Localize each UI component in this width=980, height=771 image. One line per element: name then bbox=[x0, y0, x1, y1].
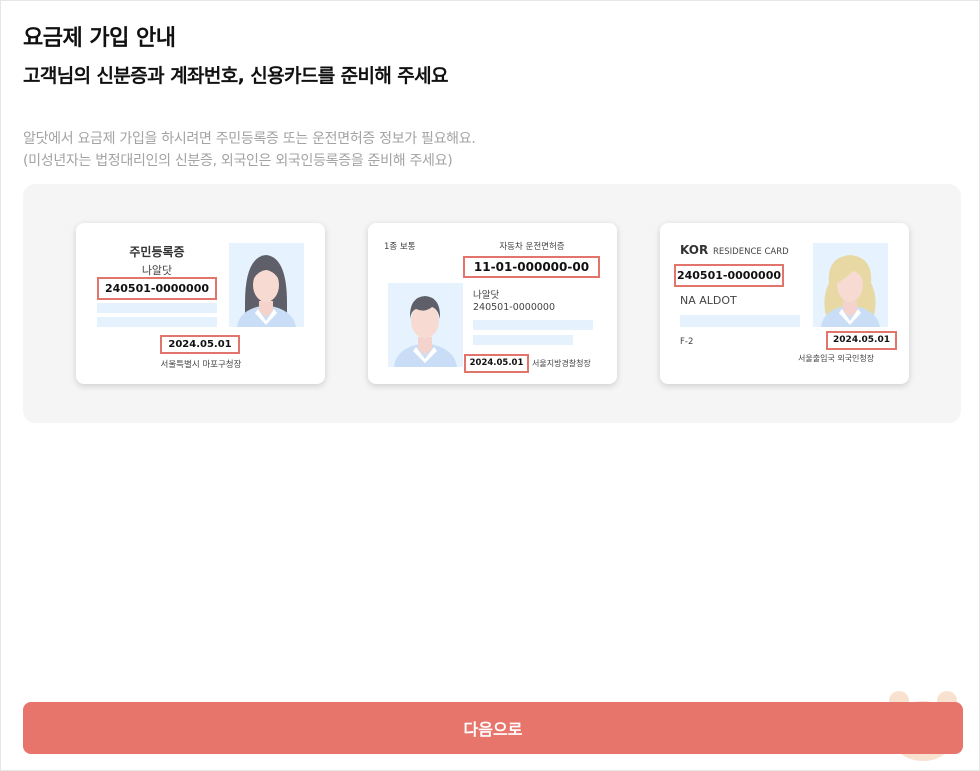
residence-card-name: NA ALDOT bbox=[680, 294, 737, 307]
resident-card-title: 주민등록증 bbox=[129, 245, 185, 259]
residence-card-title: RESIDENCE CARD bbox=[713, 247, 789, 257]
placeholder-bar bbox=[680, 315, 800, 327]
resident-registration-card: 주민등록증 나알닷 240501-0000000 2024.05.01 서울특별… bbox=[76, 223, 325, 384]
placeholder-bar bbox=[97, 317, 217, 327]
description-line-2: (미성년자는 법정대리인의 신분증, 외국인은 외국인등록증을 준비해 주세요) bbox=[23, 153, 453, 169]
residence-card-visa: F-2 bbox=[680, 337, 694, 347]
description: 알닷에서 요금제 가입을 하시려면 주민등록증 또는 운전면허증 정보가 필요해… bbox=[23, 128, 476, 172]
id-card-examples-panel: 주민등록증 나알닷 240501-0000000 2024.05.01 서울특별… bbox=[23, 184, 961, 423]
placeholder-bar bbox=[473, 335, 573, 345]
license-card-title: 자동차 운전면허증 bbox=[499, 242, 565, 252]
page-subtitle: 고객님의 신분증과 계좌번호, 신용카드를 준비해 주세요 bbox=[23, 65, 449, 87]
residence-card: KOR RESIDENCE CARD 240501-0000000 NA ALD… bbox=[660, 223, 909, 384]
portrait-photo-female-icon bbox=[229, 243, 304, 327]
resident-card-name: 나알닷 bbox=[141, 264, 173, 277]
license-class: 1종 보통 bbox=[384, 242, 416, 252]
placeholder-bar bbox=[473, 320, 593, 330]
driver-license-card: 1종 보통 자동차 운전면허증 11-01-000000-00 나알닷 2405… bbox=[368, 223, 617, 384]
placeholder-bar bbox=[97, 303, 217, 313]
residence-card-issue-date: 2024.05.01 bbox=[826, 331, 897, 350]
license-issuer: 서울지방경찰청장 bbox=[532, 359, 591, 368]
next-button[interactable]: 다음으로 bbox=[23, 702, 963, 754]
license-number: 11-01-000000-00 bbox=[463, 256, 600, 278]
portrait-photo-male-icon bbox=[388, 283, 463, 367]
residence-card-country: KOR bbox=[680, 243, 709, 257]
residence-card-id-number: 240501-0000000 bbox=[674, 264, 784, 287]
resident-card-id-number: 240501-0000000 bbox=[97, 277, 217, 300]
residence-card-issuer: 서울출입국 외국인청장 bbox=[798, 354, 875, 363]
page-frame: 요금제 가입 안내 고객님의 신분증과 계좌번호, 신용카드를 준비해 주세요 … bbox=[0, 0, 980, 771]
license-issue-date: 2024.05.01 bbox=[464, 354, 529, 373]
license-name: 나알닷 bbox=[473, 290, 500, 301]
page-title: 요금제 가입 안내 bbox=[23, 26, 176, 51]
description-line-1: 알닷에서 요금제 가입을 하시려면 주민등록증 또는 운전면허증 정보가 필요해… bbox=[23, 131, 476, 147]
license-id-number: 240501-0000000 bbox=[473, 302, 556, 313]
resident-card-issuer: 서울특별시 마포구청장 bbox=[160, 360, 242, 370]
portrait-photo-blonde-icon bbox=[813, 243, 888, 327]
resident-card-issue-date: 2024.05.01 bbox=[160, 335, 240, 354]
